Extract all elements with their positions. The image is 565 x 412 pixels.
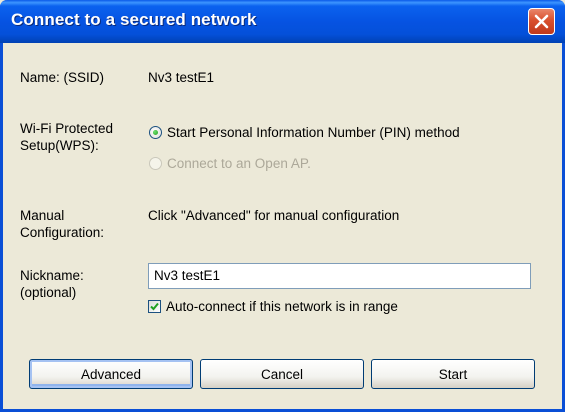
wps-label-line1: Wi-Fi Protected xyxy=(20,121,114,136)
cancel-button[interactable]: Cancel xyxy=(200,359,364,389)
checkmark-icon xyxy=(150,302,159,310)
start-button[interactable]: Start xyxy=(371,359,535,389)
advanced-button[interactable]: Advanced xyxy=(29,359,193,389)
close-button[interactable] xyxy=(528,8,555,35)
radio-open-ap-label: Connect to an Open AP. xyxy=(167,155,311,171)
auto-connect-label: Auto-connect if this network is in range xyxy=(166,298,398,314)
radio-pin-label: Start Personal Information Number (PIN) … xyxy=(167,124,460,140)
manual-label-line2: Configuration: xyxy=(20,225,105,240)
title-bar[interactable]: Connect to a secured network xyxy=(0,0,565,43)
radio-open-ap: Connect to an Open AP. xyxy=(149,154,311,172)
dialog-window: Connect to a secured network xyxy=(0,0,565,412)
radio-button-pin[interactable] xyxy=(149,125,162,139)
auto-connect-option[interactable]: Auto-connect if this network is in range xyxy=(148,297,398,315)
ssid-value: Nv3 testE1 xyxy=(148,70,215,85)
radio-button-open-ap xyxy=(149,156,162,170)
nickname-label-line1: Nickname: xyxy=(20,268,84,283)
radio-pin-method[interactable]: Start Personal Information Number (PIN) … xyxy=(149,123,460,141)
nickname-label-line2: (optional) xyxy=(20,285,77,300)
close-icon xyxy=(534,14,549,29)
ssid-label: Name: (SSID) xyxy=(20,70,105,85)
manual-config-label: Manual Configuration: xyxy=(20,207,104,241)
auto-connect-checkbox[interactable] xyxy=(148,299,161,313)
manual-config-text: Click "Advanced" for manual configuratio… xyxy=(148,208,400,223)
dialog-title: Connect to a secured network xyxy=(11,10,257,29)
nickname-label: Nickname: (optional) xyxy=(20,267,84,301)
nickname-input[interactable]: Nv3 testE1 xyxy=(148,263,531,289)
wps-label-line2: Setup(WPS): xyxy=(20,138,99,153)
manual-label-line1: Manual xyxy=(20,208,65,223)
wps-label: Wi-Fi Protected Setup(WPS): xyxy=(20,120,113,154)
